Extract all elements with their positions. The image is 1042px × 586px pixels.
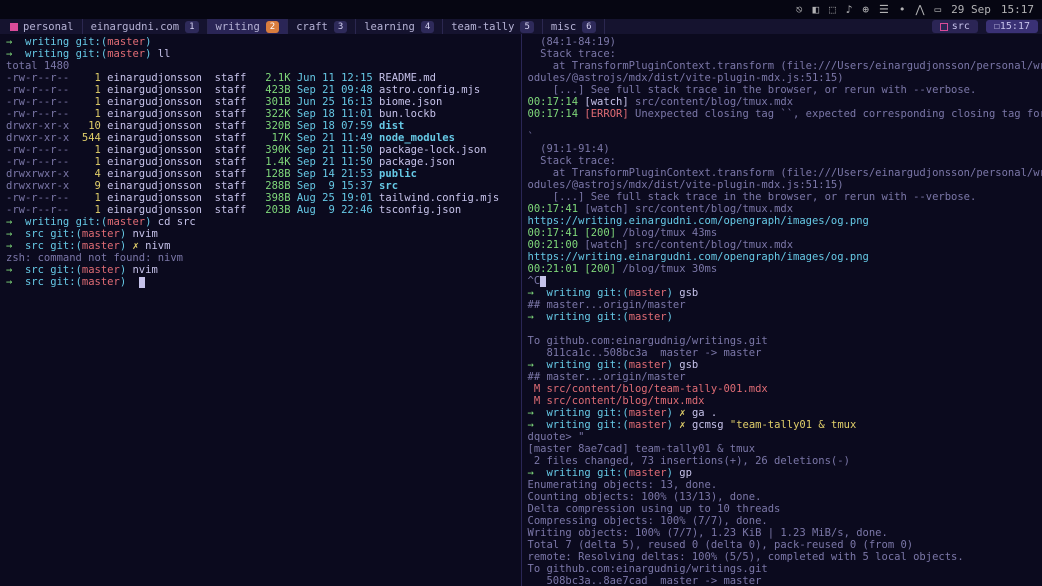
tab-badge: 3 <box>334 21 347 33</box>
square-icon <box>10 23 18 31</box>
tab-craft[interactable]: craft 3 <box>288 19 356 34</box>
tab-label: personal <box>23 21 74 33</box>
tab-personal[interactable]: personal <box>2 19 83 34</box>
tab-label: team-tally <box>451 21 514 33</box>
macos-menubar: ⎋ ◧ ⬚ ♪ ⊕ ☰ • ⋀ ▭ 29 Sep 15:17 <box>0 0 1042 19</box>
tray-icon[interactable]: • <box>899 4 906 16</box>
left-pane[interactable]: → writing git:(master) → writing git:(ma… <box>0 34 522 586</box>
status-folder-label: src <box>952 21 970 33</box>
tab-label: writing <box>216 21 260 33</box>
tmux-tabbar: personal einargudni.com 1 writing 2 craft 3… <box>0 19 1042 34</box>
tab-learning[interactable]: learning 4 <box>356 19 443 34</box>
menubar-date[interactable]: 29 Sep <box>951 4 991 16</box>
folder-icon <box>940 23 948 31</box>
tab-badge: 1 <box>185 21 198 33</box>
right-pane[interactable]: (84:1-84:19) Stack trace: at TransformPl… <box>522 34 1042 586</box>
tray-icon[interactable]: ⎋ <box>796 4 803 16</box>
tab-label: craft <box>296 21 328 33</box>
tab-misc[interactable]: misc 6 <box>543 19 605 34</box>
tab-writing[interactable]: writing 2 <box>208 19 289 34</box>
tray-icon[interactable]: ⊕ <box>862 4 869 16</box>
status-clock: ☐ 15:17 <box>986 20 1038 33</box>
wifi-icon[interactable]: ⋀ <box>915 4 924 16</box>
tab-badge: 5 <box>520 21 533 33</box>
status-folder: src <box>932 20 978 33</box>
tray-icon[interactable]: ◧ <box>812 4 819 16</box>
menubar-right: ⎋ ◧ ⬚ ♪ ⊕ ☰ • ⋀ ▭ 29 Sep 15:17 <box>796 4 1034 16</box>
tab-badge: 6 <box>582 21 595 33</box>
menubar-time[interactable]: 15:17 <box>1001 4 1034 16</box>
tab-badge: 4 <box>421 21 434 33</box>
battery-icon[interactable]: ▭ <box>935 4 942 16</box>
tray-icon[interactable]: ♪ <box>846 4 853 16</box>
tab-site[interactable]: einargudni.com 1 <box>83 19 208 34</box>
tab-team-tally[interactable]: team-tally 5 <box>443 19 543 34</box>
tab-badge: 2 <box>266 21 279 33</box>
status-clock-label: 15:17 <box>1000 21 1030 33</box>
tmux-panes: → writing git:(master) → writing git:(ma… <box>0 34 1042 586</box>
tray-icon[interactable]: ☰ <box>879 4 889 16</box>
tab-label: misc <box>551 21 576 33</box>
tab-label: learning <box>364 21 415 33</box>
tab-label: einargudni.com <box>91 21 180 33</box>
tray-icon[interactable]: ⬚ <box>829 4 836 16</box>
